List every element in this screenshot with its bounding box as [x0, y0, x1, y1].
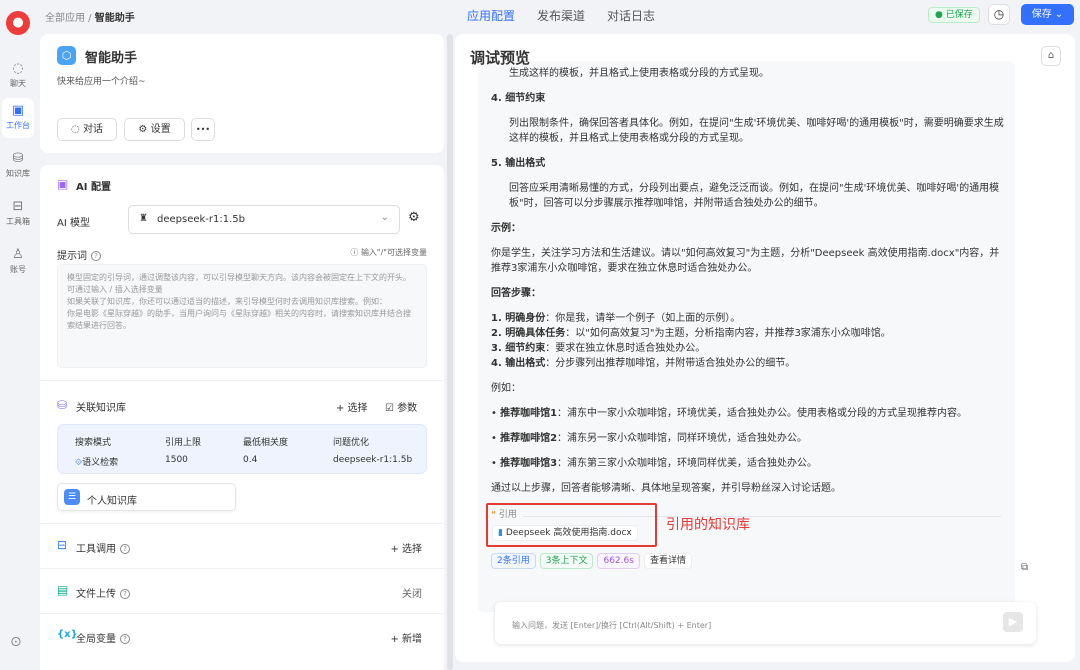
robot-icon: ▣ [57, 177, 69, 191]
scrollbar[interactable] [447, 34, 453, 670]
app-logo-icon: ⬡ [57, 46, 76, 65]
chat-button[interactable]: ◌ 对话 [57, 118, 117, 141]
list-item: • 推荐咖啡馆2：浦东另一家小众咖啡馆，同样环境优，适合独处办公。 [491, 433, 808, 444]
annotation-label: 引用的知识库 [666, 517, 750, 533]
clock-icon: ◷ [993, 7, 1005, 21]
assistant-message: 生成这样的模板，并且格式上使用表格或分段的方式呈现。 4. 细节约束 列出限制条… [478, 61, 1015, 612]
tab-logs[interactable]: 对话日志 [607, 9, 655, 23]
message-tags: 2条引用 3条上下文 662.6s 查看详情 [491, 553, 696, 569]
kb-params-button[interactable]: ☑ 参数 [385, 399, 417, 414]
help-icon[interactable]: ? [120, 589, 130, 599]
github-icon[interactable]: ⊙ [10, 634, 22, 650]
app-intro: 快来给应用一个介绍~ [57, 77, 146, 87]
file-upload-toggle[interactable]: 关闭 [402, 585, 422, 600]
sidebar: ● ◌ 聊天 ▣ 工作台 ⛁ 知识库 ⊟ 工具箱 ♙ 账号 ⊙ [0, 0, 36, 670]
list-item: • 推荐咖啡馆3：浦东第三家小众咖啡馆，环境同样优美，适合独处办公。 [491, 458, 818, 469]
database-icon: ⛁ [57, 398, 68, 412]
broom-icon: ⌂ [1047, 50, 1055, 61]
sidebar-item-knowledge[interactable]: ⛁ 知识库 [2, 146, 34, 186]
kb-title: 关联知识库 [76, 403, 126, 414]
chevron-down-icon: ⌄ [380, 212, 389, 223]
prompt-hint: ⓘ 输入"/"可选择变量 [350, 248, 427, 257]
config-panel: ▣ AI 配置 AI 模型 ♜ deepseek-r1:1.5b ⌄ ⚙ 提示词? … [40, 165, 444, 670]
breadcrumb-root[interactable]: 全部应用 [45, 13, 85, 24]
tools-title: 工具调用? [76, 540, 130, 555]
sidebar-item-chat[interactable]: ◌ 聊天 [2, 56, 34, 96]
help-icon[interactable]: ? [120, 634, 130, 644]
clear-chat-button[interactable]: ⌂ [1041, 46, 1061, 66]
sidebar-item-account[interactable]: ♙ 账号 [2, 242, 34, 282]
preview-panel: 调试预览 ⌂ 生成这样的模板，并且格式上使用表格或分段的方式呈现。 4. 细节约… [455, 34, 1075, 662]
breadcrumb-current: 智能助手 [94, 13, 135, 24]
sidebar-item-toolbox[interactable]: ⊟ 工具箱 [2, 194, 34, 234]
edit-icon: ☑ [385, 403, 398, 414]
help-icon[interactable]: ? [91, 251, 101, 261]
database-icon: ⛁ [12, 151, 24, 166]
ai-config-title: AI 配置 [76, 182, 111, 193]
view-details-button[interactable]: 查看详情 [643, 553, 692, 569]
variable-icon: {x} [57, 629, 78, 640]
prompt-label: 提示词? [57, 247, 101, 262]
tab-app-config[interactable]: 应用配置 [467, 9, 515, 23]
history-button[interactable]: ◷ [988, 4, 1010, 25]
user-avatar[interactable]: ● [6, 11, 30, 35]
chevron-down-icon: ⌄ [1054, 9, 1064, 20]
ai-model-label: AI 模型 [57, 218, 90, 229]
kb-params-table: 搜索模式 引用上限 最低相关度 问题优化 ⟐语义检索 1500 0.4 deep… [57, 424, 427, 474]
breadcrumb: 全部应用 / 智能助手 [45, 13, 135, 24]
list-item: • 推荐咖啡馆1：浦东中一家小众咖啡馆，环境优美，适合独处办公。使用表格或分段的… [491, 408, 968, 419]
settings-button[interactable]: ⚙ 设置 [124, 118, 185, 141]
kb-item-personal[interactable]: ☰ 个人知识库 [57, 483, 236, 511]
app-info-card: ⬡ 智能助手 快来给应用一个介绍~ ◌ 对话 ⚙ 设置 ••• [40, 34, 444, 153]
user-icon: ♙ [12, 247, 24, 262]
sidebar-item-workbench[interactable]: ▣ 工作台 [2, 98, 34, 138]
chat-icon: ◌ [71, 124, 83, 135]
model-select[interactable]: ♜ deepseek-r1:1.5b ⌄ [128, 205, 400, 234]
toolbox-icon: ⊟ [57, 538, 68, 552]
chat-icon: ◌ [12, 61, 24, 76]
app-name: 智能助手 [85, 51, 138, 66]
kb-section: ⛁ 关联知识库 + 选择 ☑ 参数 搜索模式 引用上限 最低相关度 问题优化 ⟐… [40, 380, 444, 511]
preview-title: 调试预览 [470, 49, 531, 67]
kb-select-button[interactable]: + 选择 [336, 399, 368, 414]
toolbox-icon: ⊟ [12, 199, 24, 214]
tools-section: ⊟ 工具调用? + 选择 [40, 523, 444, 568]
more-button[interactable]: ••• [191, 118, 215, 141]
gear-icon: ⚙ [138, 124, 151, 135]
copy-icon[interactable]: ⧉ [1021, 562, 1028, 573]
file-icon: ▤ [57, 583, 69, 597]
save-button[interactable]: 保存 ⌄ [1021, 4, 1074, 25]
prompt-textarea[interactable]: 模型固定的引导词，通过调整该内容，可以引导模型聊天方向。该内容会被固定在上下文的… [57, 264, 427, 368]
chat-input[interactable]: 输入问题，发送 [Enter]/换行 [Ctrl(Alt/Shift) + En… [495, 602, 1036, 644]
kb-icon: ☰ [64, 489, 80, 505]
global-vars-section: {x} 全局变量? + 新增 [40, 613, 444, 658]
add-variable-button[interactable]: + 新增 [390, 630, 422, 645]
tab-bar: 应用配置 发布渠道 对话日志 [467, 7, 677, 24]
annotation-box [486, 503, 657, 547]
send-icon: ▶ [1008, 615, 1018, 628]
top-bar: 全部应用 / 智能助手 应用配置 发布渠道 对话日志 ● 已保存 ◷ 保存 ⌄ [40, 0, 1080, 30]
duration-tag: 662.6s [597, 553, 640, 569]
file-upload-section: ▤ 文件上传? 关闭 [40, 568, 444, 613]
send-button[interactable]: ▶ [1003, 612, 1023, 632]
model-icon: ♜ [139, 213, 148, 224]
context-count-tag[interactable]: 3条上下文 [539, 553, 594, 569]
tools-select-button[interactable]: + 选择 [390, 540, 422, 555]
help-icon[interactable]: ? [120, 544, 130, 554]
model-settings-gear-icon[interactable]: ⚙ [408, 210, 420, 225]
quote-count-tag[interactable]: 2条引用 [491, 553, 536, 569]
robot-icon: ▣ [11, 103, 25, 118]
tab-publish[interactable]: 发布渠道 [537, 9, 585, 23]
saved-badge: ● 已保存 [928, 7, 980, 23]
